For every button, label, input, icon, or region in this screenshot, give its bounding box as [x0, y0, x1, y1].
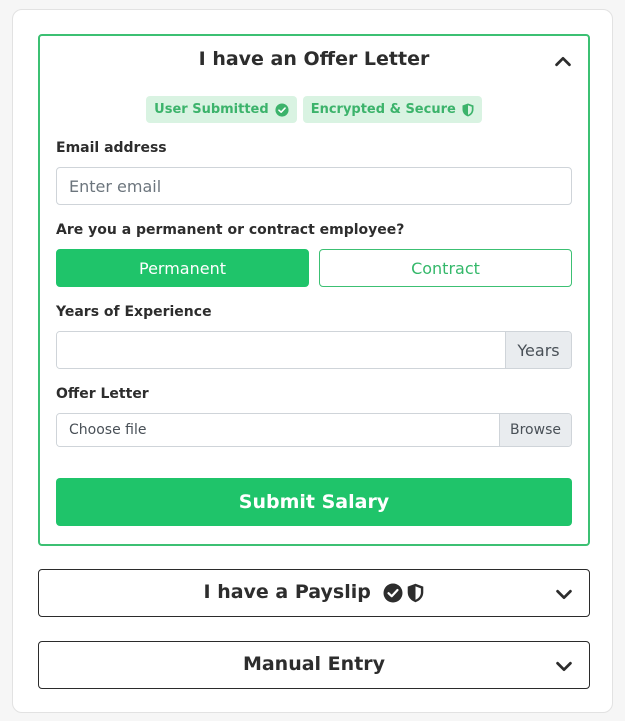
manual-entry-panel-title: Manual Entry — [242, 653, 386, 675]
employment-type-label: Are you a permanent or contract employee… — [56, 222, 405, 238]
chevron-down-icon[interactable] — [553, 583, 575, 605]
years-experience-group: Years — [56, 331, 572, 369]
years-experience-input[interactable] — [57, 332, 505, 368]
offer-letter-file-input[interactable]: Choose file Browse — [56, 413, 572, 447]
file-placeholder[interactable]: Choose file — [57, 414, 499, 446]
shield-icon — [462, 103, 474, 116]
user-submitted-badge-label: User Submitted — [154, 102, 269, 117]
years-suffix: Years — [505, 332, 571, 368]
offer-letter-label: Offer Letter — [56, 386, 149, 402]
chevron-up-icon[interactable] — [552, 51, 574, 73]
shield-icon — [408, 583, 424, 602]
offer-letter-panel-title[interactable]: I have an Offer Letter — [40, 48, 588, 70]
payslip-panel[interactable]: I have a Payslip — [38, 569, 590, 617]
payslip-panel-title-row: I have a Payslip — [39, 581, 589, 603]
manual-entry-panel[interactable]: Manual Entry — [38, 641, 590, 689]
offer-letter-panel: I have an Offer Letter User Submitted En… — [38, 34, 590, 546]
submit-salary-button[interactable]: Submit Salary — [56, 478, 572, 526]
contract-button[interactable]: Contract — [319, 249, 572, 287]
email-input[interactable] — [56, 167, 572, 205]
check-circle-icon — [275, 102, 289, 117]
browse-button[interactable]: Browse — [499, 414, 571, 446]
permanent-button[interactable]: Permanent — [56, 249, 309, 287]
badge-group: User Submitted Encrypted & Secure — [40, 96, 588, 123]
encrypted-secure-badge-label: Encrypted & Secure — [310, 102, 456, 117]
salary-submission-card: I have an Offer Letter User Submitted En… — [12, 9, 613, 713]
years-experience-label: Years of Experience — [56, 304, 212, 320]
check-circle-icon — [383, 583, 403, 602]
payslip-panel-title: I have a Payslip — [203, 581, 371, 603]
user-submitted-badge: User Submitted — [146, 96, 297, 123]
email-label: Email address — [56, 140, 167, 156]
encrypted-secure-badge: Encrypted & Secure — [302, 96, 482, 123]
chevron-down-icon[interactable] — [553, 655, 575, 677]
